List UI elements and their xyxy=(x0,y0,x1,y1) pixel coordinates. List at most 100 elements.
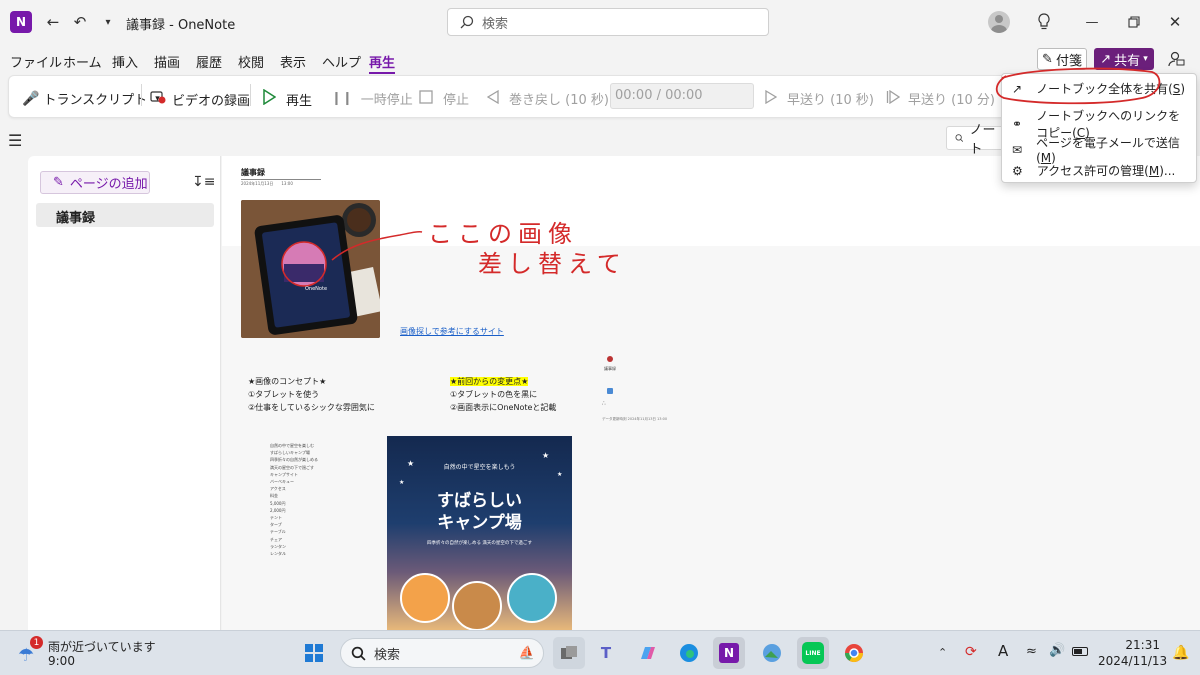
camp-list[interactable]: 自然の中で星空を楽しむ すばらしいキャンプ場 四季折々の自然が楽しめる 満天の星… xyxy=(270,442,318,557)
copilot-icon[interactable] xyxy=(631,637,663,669)
forward-skip-icon xyxy=(886,89,901,108)
task-view-icon[interactable] xyxy=(553,637,585,669)
rewind-label: 巻き戻し (10 秒) xyxy=(509,93,609,108)
list-item: アクセス xyxy=(270,486,286,492)
audio-file-icon xyxy=(607,388,613,394)
add-page-icon: ✎ xyxy=(53,175,64,190)
edge-icon[interactable] xyxy=(673,637,705,669)
share-nodes-icon: ∴ xyxy=(602,400,606,407)
pause-button[interactable]: ❙❙ 一時停止 xyxy=(331,89,413,108)
concept-block[interactable]: ★画像のコンセプト★ ①タブレットを使う ②仕事をしているシックな雰囲気に xyxy=(248,375,375,414)
clock-date[interactable]: 2024/11/13 xyxy=(1098,654,1167,668)
ime-indicator[interactable]: A xyxy=(998,642,1008,660)
teams-icon[interactable]: T xyxy=(590,637,622,669)
tab-view[interactable]: 表示 xyxy=(280,52,306,71)
play-button[interactable]: 再生 xyxy=(262,88,313,109)
forward-10s-button[interactable]: 早送り (10 秒) xyxy=(765,89,874,108)
weather-rain-icon[interactable]: ☂ xyxy=(18,645,34,666)
note-title[interactable]: 議事録 xyxy=(241,167,265,178)
search-placeholder: 検索 xyxy=(482,16,509,32)
list-item: 2,000円 xyxy=(270,507,286,513)
list-item: 5,000円 xyxy=(270,500,286,506)
weather-time: 9:00 xyxy=(48,654,75,668)
back-icon[interactable]: ← xyxy=(43,12,63,32)
stop-label: 停止 xyxy=(443,93,470,108)
svg-text:★: ★ xyxy=(399,479,404,486)
undo-icon[interactable]: ↶ xyxy=(70,12,90,32)
feedback-icon[interactable] xyxy=(1166,49,1186,69)
sort-icon[interactable]: ↧≡ xyxy=(192,174,215,190)
play-label: 再生 xyxy=(286,93,313,109)
clock-time[interactable]: 21:31 xyxy=(1102,638,1160,652)
onenote-taskbar-icon[interactable]: N xyxy=(713,637,745,669)
forward-10m-label: 早送り (10 分) xyxy=(908,93,995,108)
reference-site-link[interactable]: 画像探しで参考にするサイト xyxy=(400,326,504,337)
wifi-icon[interactable]: ≈ xyxy=(1026,644,1037,659)
stop-button[interactable]: 停止 xyxy=(419,89,469,108)
battery-icon[interactable] xyxy=(1072,647,1088,656)
tab-history[interactable]: 履歴 xyxy=(196,52,222,71)
lightbulb-icon[interactable] xyxy=(1034,12,1054,32)
changes-block[interactable]: ★前回からの変更点★ ①タブレットの色を黒に ②画面表示にOneNoteと記載 xyxy=(450,375,556,414)
window-title: 議事録 - OneNote xyxy=(126,18,236,33)
photos-icon[interactable] xyxy=(756,637,788,669)
tab-playback[interactable]: 再生 xyxy=(369,52,396,74)
list-item: バーベキュー xyxy=(270,479,294,485)
play-icon xyxy=(262,88,277,109)
tab-file[interactable]: ファイル xyxy=(10,52,62,71)
customize-qat-icon[interactable]: ▾ xyxy=(98,12,118,32)
minimize-icon[interactable]: — xyxy=(1082,12,1102,32)
list-item: チェア xyxy=(270,536,282,542)
handwriting-line-2[interactable]: 差し替えて xyxy=(478,244,627,279)
hamburger-menu-icon[interactable]: ☰ xyxy=(8,131,22,150)
chevron-up-icon[interactable]: ⌃ xyxy=(938,646,947,659)
title-underline xyxy=(241,179,321,180)
record-video-button[interactable]: ビデオの録画 xyxy=(150,89,250,109)
add-page-button[interactable]: ✎ ページの追加 xyxy=(40,171,150,194)
close-icon[interactable]: ✕ xyxy=(1165,12,1185,32)
poster-tagline: 自然の中で星空を楽しもう xyxy=(443,464,516,471)
start-icon[interactable] xyxy=(298,637,330,669)
list-item: レンタル xyxy=(270,551,286,557)
rewind-button[interactable]: 巻き戻し (10 秒) xyxy=(486,89,609,108)
search-input[interactable]: 検索 xyxy=(447,8,769,36)
search-icon xyxy=(460,15,474,29)
list-item: テーブル xyxy=(270,529,286,535)
avatar[interactable] xyxy=(988,11,1010,33)
notebook-search-input[interactable]: ノート xyxy=(946,123,1006,157)
ribbon-divider xyxy=(250,84,251,106)
stop-icon xyxy=(419,89,433,108)
side-small-timestamp: データ更新時刻 2024年11月13日 13:00 xyxy=(602,417,668,421)
link-icon: ⚭ xyxy=(1012,117,1023,131)
tab-home[interactable]: ホーム xyxy=(63,52,102,71)
tab-review[interactable]: 校閲 xyxy=(238,52,264,71)
sync-icon[interactable]: ⟳ xyxy=(965,644,977,660)
notification-badge: 1 xyxy=(30,636,43,649)
transcript-button[interactable]: 🎤 トランスクリプト ▾ xyxy=(22,89,160,109)
pause-icon: ❙❙ xyxy=(331,91,353,106)
forward-10s-label: 早送り (10 秒) xyxy=(787,93,874,108)
email-page-item[interactable]: ✉ ページを電子メールで送信(M) xyxy=(1012,134,1192,165)
restore-icon[interactable] xyxy=(1124,12,1144,32)
tab-draw[interactable]: 描画 xyxy=(154,52,180,71)
campground-poster-image[interactable]: ★ ★ ★ ★ 自然の中で星空を楽しもう すばらしい キャンプ場 四季折々の自然… xyxy=(387,436,572,630)
notification-bell-icon[interactable]: 🔔 xyxy=(1172,645,1189,661)
poster-title-line: キャンプ場 xyxy=(437,513,522,533)
volume-icon[interactable]: 🔊 xyxy=(1049,643,1065,658)
weather-text[interactable]: 雨が近づいています xyxy=(48,638,156,655)
mail-icon: ✉ xyxy=(1012,142,1023,157)
taskbar-search-input[interactable]: 検索 ⛵ xyxy=(340,638,544,668)
list-item: タープ xyxy=(270,522,282,528)
chrome-icon[interactable] xyxy=(838,637,870,669)
list-item: 料金 xyxy=(270,493,278,499)
manage-access-item[interactable]: ⚙ アクセス許可の管理(M)... xyxy=(1012,162,1192,179)
forward-10m-button[interactable]: 早送り (10 分) xyxy=(886,89,995,108)
chevron-down-icon: ▾ xyxy=(1143,54,1148,64)
page-item-minutes[interactable]: 議事録 xyxy=(36,203,214,227)
email-page-label: ページを電子メールで送信(M) xyxy=(1036,136,1180,165)
time-readout: 00:00 / 00:00 xyxy=(610,83,754,109)
tab-help[interactable]: ヘルプ xyxy=(322,52,361,71)
concept-heading: ★画像のコンセプト★ xyxy=(248,377,327,386)
line-icon[interactable]: LINE xyxy=(797,637,829,669)
tab-insert[interactable]: 挿入 xyxy=(112,52,138,71)
